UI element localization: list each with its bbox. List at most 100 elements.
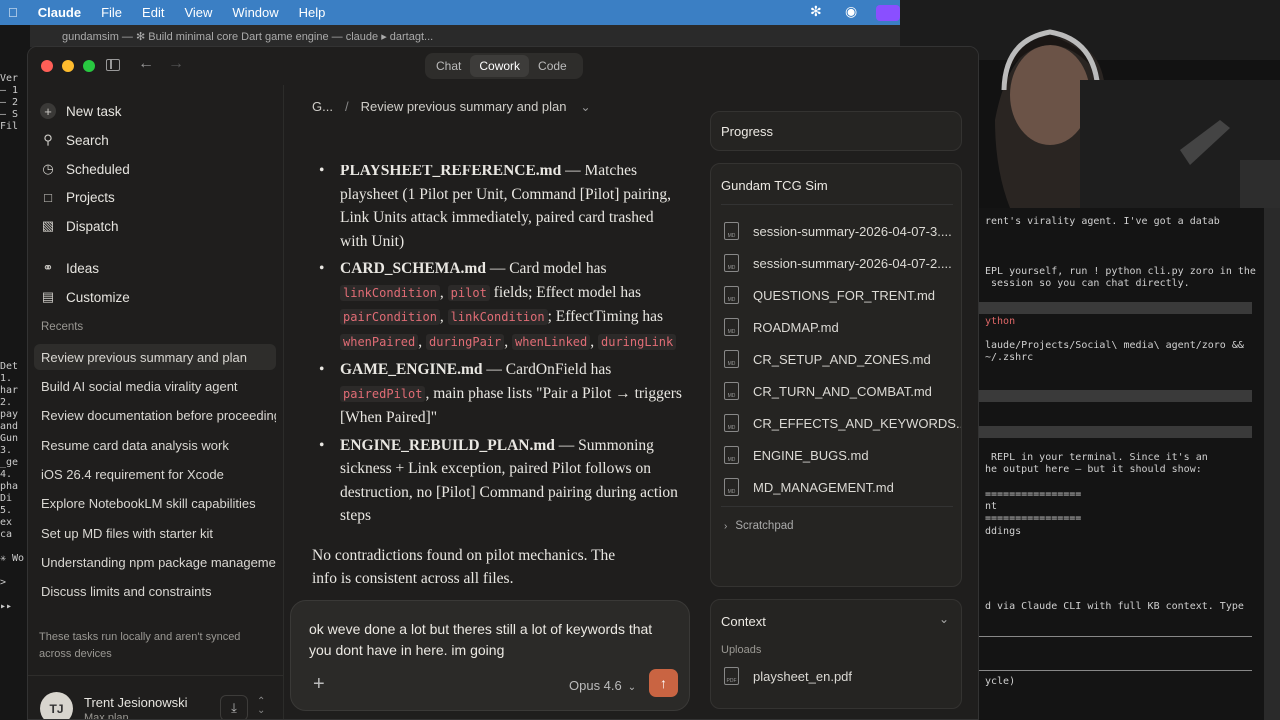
list-item-text: — Card model has xyxy=(485,260,607,277)
chevron-down-icon[interactable]: ⌄ xyxy=(939,612,949,626)
dispatch-icon: ▧ xyxy=(41,218,55,233)
menu-file[interactable]: File xyxy=(101,5,122,20)
menu-window[interactable]: Window xyxy=(232,5,278,20)
menu-app-name[interactable]: Claude xyxy=(38,5,81,20)
minimize-window-button[interactable] xyxy=(62,60,74,72)
send-button[interactable]: ↑ xyxy=(649,669,678,697)
inline-code: linkCondition xyxy=(340,284,440,301)
terminal-line: ddings xyxy=(985,526,1022,537)
terminal-line: ▸▸ xyxy=(0,601,13,612)
composer-input[interactable]: ok weve done a lot but theres still a lo… xyxy=(309,619,669,661)
background-terminal-right: rent's virality agent. I've got a datab … xyxy=(979,208,1280,720)
attach-plus-icon[interactable]: + xyxy=(313,673,325,696)
recent-item[interactable]: Build AI social media virality agent xyxy=(34,373,276,399)
expand-chevrons-icon[interactable]: ⌃ ⌄ xyxy=(257,697,265,716)
tab-chat[interactable]: Chat xyxy=(427,55,470,77)
file-icon: MD xyxy=(724,414,739,432)
file-row[interactable]: MD session-summary-2026-04-07-2.... xyxy=(724,253,952,273)
tab-code[interactable]: Code xyxy=(529,55,576,77)
scratchpad-toggle[interactable]: › Scratchpad xyxy=(724,516,794,536)
nav-projects[interactable]: □ Projects xyxy=(40,185,115,209)
nav-label: Dispatch xyxy=(66,218,119,234)
recent-item[interactable]: Understanding npm package management xyxy=(34,549,276,575)
recent-item[interactable]: Set up MD files with starter kit xyxy=(34,520,276,546)
nav-label: Projects xyxy=(66,189,115,205)
progress-card[interactable]: Progress xyxy=(710,111,962,151)
model-selector[interactable]: Opus 4.6 ⌄ xyxy=(569,678,636,693)
file-row[interactable]: MD QUESTIONS_FOR_TRENT.md xyxy=(724,285,935,305)
nav-customize[interactable]: ▤ Customize xyxy=(40,285,130,309)
terminal-line: ython xyxy=(985,316,1016,327)
menu-view[interactable]: View xyxy=(184,5,212,20)
back-arrow-icon[interactable]: ← xyxy=(138,55,154,73)
file-row[interactable]: MD CR_SETUP_AND_ZONES.md xyxy=(724,349,931,369)
inline-code: pairCondition xyxy=(340,309,440,325)
file-row[interactable]: MD CR_EFFECTS_AND_KEYWORDS.... xyxy=(724,413,961,433)
inline-code: pilot xyxy=(447,284,490,301)
terminal-line: Di xyxy=(0,493,13,504)
claude-status-icon[interactable]: ✻ xyxy=(810,3,822,20)
message-composer[interactable]: ok weve done a lot but theres still a lo… xyxy=(290,600,690,711)
recent-item[interactable]: Resume card data analysis work xyxy=(34,432,276,458)
recent-item[interactable]: Review documentation before proceeding xyxy=(34,402,276,428)
file-icon: MD xyxy=(724,222,739,240)
file-icon: MD xyxy=(724,286,739,304)
terminal-line: har xyxy=(0,385,19,396)
terminal-line: ycle) xyxy=(985,676,1016,687)
close-window-button[interactable] xyxy=(41,60,53,72)
nav-scheduled[interactable]: ◷ Scheduled xyxy=(40,157,129,181)
terminal-line: — 1 xyxy=(0,85,19,96)
terminal-line: Fil xyxy=(0,121,19,132)
divider xyxy=(721,204,953,205)
terminal-scrollbar[interactable] xyxy=(1264,208,1280,720)
window-titlebar: ← → Chat Cowork Code xyxy=(28,47,978,85)
recent-item[interactable]: Review previous summary and plan xyxy=(34,344,276,370)
file-row[interactable]: MD ROADMAP.md xyxy=(724,317,839,337)
file-name: ENGINE_REBUILD_PLAN.md xyxy=(340,436,555,454)
avatar[interactable]: TJ xyxy=(40,692,73,719)
status-app-icon[interactable] xyxy=(876,5,900,21)
chevron-right-icon: › xyxy=(724,520,728,532)
zoom-window-button[interactable] xyxy=(83,60,95,72)
status-globe-icon[interactable]: ◉ xyxy=(845,3,857,20)
file-row[interactable]: MD CR_TURN_AND_COMBAT.md xyxy=(724,381,932,401)
nav-search[interactable]: ⚲ Search xyxy=(40,128,109,152)
sidebar-toggle-icon[interactable] xyxy=(106,59,120,71)
forward-arrow-icon[interactable]: → xyxy=(168,55,184,73)
search-icon: ⚲ xyxy=(43,132,53,147)
claude-window: ← → Chat Cowork Code + New task ⚲ Search ◷… xyxy=(27,46,979,720)
nav-ideas[interactable]: ⚭ Ideas xyxy=(40,256,99,280)
menu-help[interactable]: Help xyxy=(299,5,326,20)
file-name: playsheet_en.pdf xyxy=(753,668,853,684)
user-name[interactable]: Trent Jesionowski xyxy=(84,695,188,710)
breadcrumb-parent[interactable]: G... xyxy=(312,99,333,114)
local-tasks-note: These tasks run locally and aren't synce… xyxy=(39,631,241,660)
menu-edit[interactable]: Edit xyxy=(142,5,164,20)
breadcrumb-current[interactable]: Review previous summary and plan xyxy=(361,99,567,114)
chevron-down-icon: ⌄ xyxy=(627,682,637,693)
folder-icon: □ xyxy=(44,189,52,205)
apple-icon[interactable]:  xyxy=(8,5,18,20)
nav-new-task[interactable]: + New task xyxy=(40,99,122,123)
recent-item[interactable]: Explore NotebookLM skill capabilities xyxy=(34,490,276,516)
nav-dispatch[interactable]: ▧ Dispatch xyxy=(40,214,119,238)
list-item: PLAYSHEET_REFERENCE.md — Matches playshe… xyxy=(312,165,682,253)
file-row[interactable]: MD ENGINE_BUGS.md xyxy=(724,445,869,465)
chevron-down-icon[interactable]: ⌄ xyxy=(581,100,591,114)
file-row[interactable]: MD MD_MANAGEMENT.md xyxy=(724,477,894,497)
download-icon[interactable]: ⤓ xyxy=(220,695,248,719)
recent-item[interactable]: iOS 26.4 requirement for Xcode xyxy=(34,461,276,487)
upload-file-row[interactable]: PDF playsheet_en.pdf xyxy=(724,666,852,686)
file-row[interactable]: MD session-summary-2026-04-07-3.... xyxy=(724,221,952,241)
tab-cowork[interactable]: Cowork xyxy=(470,55,530,77)
inline-code: pairedPilot xyxy=(340,385,426,402)
list-item-text: , xyxy=(418,332,426,350)
project-files-card: Gundam TCG Sim MD session-summary-2026-04… xyxy=(710,163,962,587)
inline-code: whenPaired xyxy=(340,333,419,350)
recent-item[interactable]: Discuss limits and constraints xyxy=(34,578,276,604)
